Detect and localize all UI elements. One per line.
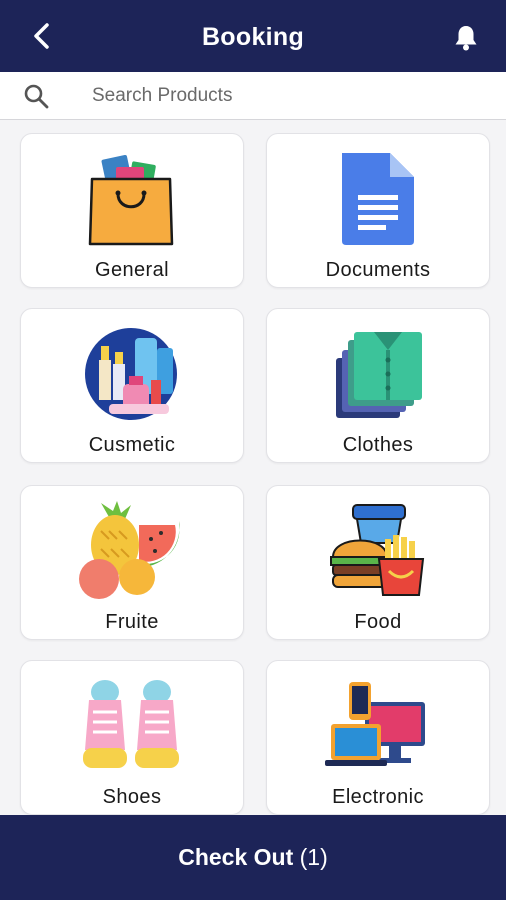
checkout-label: Check Out [178, 844, 294, 870]
page-title: Booking [201, 23, 305, 51]
category-card-clothes[interactable]: Clothes [266, 308, 490, 463]
category-label: Electronic [332, 786, 424, 808]
category-label: Clothes [342, 434, 414, 456]
shirts-icon [323, 321, 433, 426]
category-label: Shoes [102, 786, 162, 808]
category-label: Documents [325, 259, 431, 281]
notifications-button[interactable] [450, 22, 482, 54]
devices-icon [323, 673, 433, 778]
top-app-bar: Booking [0, 0, 506, 72]
category-label: Cusmetic [88, 434, 176, 456]
search-input[interactable] [90, 78, 474, 114]
category-card-fruite[interactable]: Fruite [20, 485, 244, 640]
category-label: Food [354, 611, 402, 633]
checkout-text: Check Out (1) [0, 815, 506, 899]
fruits-icon [77, 498, 187, 603]
search-icon [24, 84, 49, 109]
cart-count: (1) [299, 844, 328, 870]
bell-icon [455, 26, 477, 51]
fast-food-icon [323, 498, 433, 603]
shopping-bag-icon [77, 146, 187, 251]
category-card-electronic[interactable]: Electronic [266, 660, 490, 815]
category-label: General [95, 259, 169, 281]
category-grid: General Documents Cusmetic Clothes Fruit… [0, 120, 506, 815]
category-card-general[interactable]: General [20, 133, 244, 288]
document-icon [323, 146, 433, 251]
category-card-food[interactable]: Food [266, 485, 490, 640]
category-card-documents[interactable]: Documents [266, 133, 490, 288]
cosmetics-icon [77, 321, 187, 426]
sneakers-icon [77, 673, 187, 778]
checkout-button[interactable]: Check Out (1) [0, 815, 506, 900]
category-card-cusmetic[interactable]: Cusmetic [20, 308, 244, 463]
category-card-shoes[interactable]: Shoes [20, 660, 244, 815]
category-label: Fruite [105, 611, 159, 633]
search-bar [0, 72, 506, 120]
